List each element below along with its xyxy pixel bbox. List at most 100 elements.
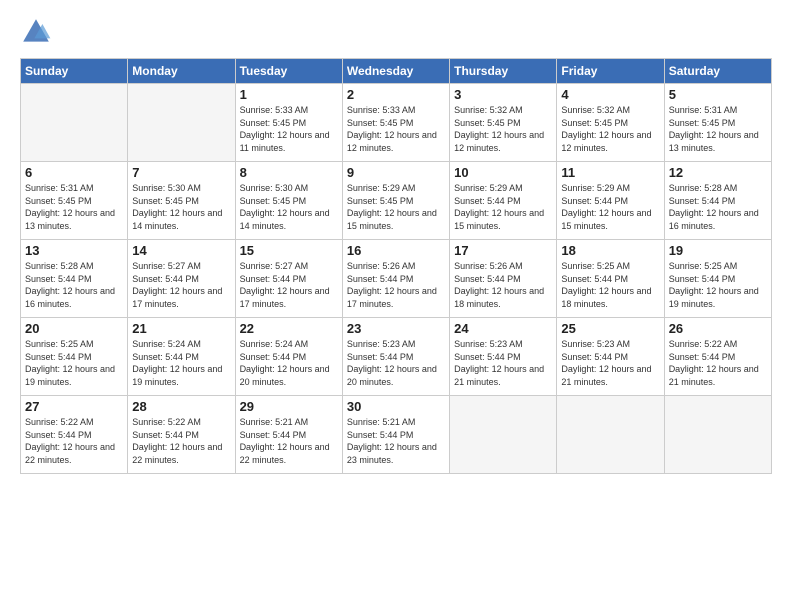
day-info: Sunrise: 5:28 AM Sunset: 5:44 PM Dayligh… xyxy=(669,182,767,232)
day-number: 11 xyxy=(561,165,659,180)
day-number: 28 xyxy=(132,399,230,414)
calendar-cell: 2Sunrise: 5:33 AM Sunset: 5:45 PM Daylig… xyxy=(342,84,449,162)
day-info: Sunrise: 5:25 AM Sunset: 5:44 PM Dayligh… xyxy=(25,338,123,388)
day-info: Sunrise: 5:31 AM Sunset: 5:45 PM Dayligh… xyxy=(25,182,123,232)
calendar-cell: 26 Sunrise: 5:22 AM Sunset: 5:44 PM Dayli… xyxy=(664,318,771,396)
day-number: 30 xyxy=(347,399,445,414)
calendar-cell: 22 Sunrise: 5:24 AM Sunset: 5:44 PM Dayli… xyxy=(235,318,342,396)
day-number: 23 xyxy=(347,321,445,336)
calendar-cell xyxy=(664,396,771,474)
calendar-cell: 12 Sunrise: 5:28 AM Sunset: 5:44 PM Dayli… xyxy=(664,162,771,240)
weekday-header-tuesday: Tuesday xyxy=(235,59,342,84)
weekday-header-friday: Friday xyxy=(557,59,664,84)
calendar-cell: 9 Sunrise: 5:29 AM Sunset: 5:45 PM Daylig… xyxy=(342,162,449,240)
calendar-cell xyxy=(557,396,664,474)
calendar-cell: 5 Sunrise: 5:31 AM Sunset: 5:45 PM Daylig… xyxy=(664,84,771,162)
calendar-cell: 16 Sunrise: 5:26 AM Sunset: 5:44 PM Dayli… xyxy=(342,240,449,318)
calendar-cell: 19 Sunrise: 5:25 AM Sunset: 5:44 PM Dayli… xyxy=(664,240,771,318)
logo xyxy=(20,16,54,48)
calendar-cell: 8 Sunrise: 5:30 AM Sunset: 5:45 PM Daylig… xyxy=(235,162,342,240)
day-number: 14 xyxy=(132,243,230,258)
day-number: 19 xyxy=(669,243,767,258)
calendar-week-2: 13Sunrise: 5:28 AM Sunset: 5:44 PM Dayli… xyxy=(21,240,772,318)
calendar-cell xyxy=(450,396,557,474)
calendar-cell: 28 Sunrise: 5:22 AM Sunset: 5:44 PM Dayli… xyxy=(128,396,235,474)
day-info: Sunrise: 5:22 AM Sunset: 5:44 PM Dayligh… xyxy=(25,416,123,466)
calendar-cell: 10 Sunrise: 5:29 AM Sunset: 5:44 PM Dayli… xyxy=(450,162,557,240)
weekday-header-monday: Monday xyxy=(128,59,235,84)
day-number: 9 xyxy=(347,165,445,180)
day-info: Sunrise: 5:23 AM Sunset: 5:44 PM Dayligh… xyxy=(347,338,445,388)
weekday-header-wednesday: Wednesday xyxy=(342,59,449,84)
day-number: 20 xyxy=(25,321,123,336)
day-info: Sunrise: 5:30 AM Sunset: 5:45 PM Dayligh… xyxy=(132,182,230,232)
header xyxy=(20,16,772,48)
day-number: 21 xyxy=(132,321,230,336)
calendar-week-1: 6 Sunrise: 5:31 AM Sunset: 5:45 PM Daylig… xyxy=(21,162,772,240)
calendar-cell: 23 Sunrise: 5:23 AM Sunset: 5:44 PM Dayli… xyxy=(342,318,449,396)
day-number: 1 xyxy=(240,87,338,102)
calendar-cell: 3 Sunrise: 5:32 AM Sunset: 5:45 PM Daylig… xyxy=(450,84,557,162)
day-info: Sunrise: 5:26 AM Sunset: 5:44 PM Dayligh… xyxy=(347,260,445,310)
day-number: 3 xyxy=(454,87,552,102)
weekday-header-thursday: Thursday xyxy=(450,59,557,84)
day-number: 13 xyxy=(25,243,123,258)
day-info: Sunrise: 5:30 AM Sunset: 5:45 PM Dayligh… xyxy=(240,182,338,232)
calendar-cell: 1 Sunrise: 5:33 AM Sunset: 5:45 PM Daylig… xyxy=(235,84,342,162)
day-info: Sunrise: 5:22 AM Sunset: 5:44 PM Dayligh… xyxy=(669,338,767,388)
day-number: 25 xyxy=(561,321,659,336)
day-info: Sunrise: 5:27 AM Sunset: 5:44 PM Dayligh… xyxy=(132,260,230,310)
calendar-cell xyxy=(21,84,128,162)
calendar-cell: 21 Sunrise: 5:24 AM Sunset: 5:44 PM Dayli… xyxy=(128,318,235,396)
day-number: 12 xyxy=(669,165,767,180)
day-number: 18 xyxy=(561,243,659,258)
calendar-cell: 4Sunrise: 5:32 AM Sunset: 5:45 PM Daylig… xyxy=(557,84,664,162)
day-info: Sunrise: 5:25 AM Sunset: 5:44 PM Dayligh… xyxy=(561,260,659,310)
calendar-cell: 13Sunrise: 5:28 AM Sunset: 5:44 PM Dayli… xyxy=(21,240,128,318)
day-number: 29 xyxy=(240,399,338,414)
day-number: 26 xyxy=(669,321,767,336)
day-info: Sunrise: 5:27 AM Sunset: 5:44 PM Dayligh… xyxy=(240,260,338,310)
day-info: Sunrise: 5:33 AM Sunset: 5:45 PM Dayligh… xyxy=(240,104,338,154)
calendar-cell: 29 Sunrise: 5:21 AM Sunset: 5:44 PM Dayli… xyxy=(235,396,342,474)
day-number: 22 xyxy=(240,321,338,336)
calendar-table: SundayMondayTuesdayWednesdayThursdayFrid… xyxy=(20,58,772,474)
day-number: 17 xyxy=(454,243,552,258)
day-info: Sunrise: 5:24 AM Sunset: 5:44 PM Dayligh… xyxy=(132,338,230,388)
day-info: Sunrise: 5:33 AM Sunset: 5:45 PM Dayligh… xyxy=(347,104,445,154)
calendar-cell: 24Sunrise: 5:23 AM Sunset: 5:44 PM Dayli… xyxy=(450,318,557,396)
weekday-header-saturday: Saturday xyxy=(664,59,771,84)
day-number: 6 xyxy=(25,165,123,180)
calendar-week-0: 1 Sunrise: 5:33 AM Sunset: 5:45 PM Daylig… xyxy=(21,84,772,162)
day-number: 27 xyxy=(25,399,123,414)
calendar-cell: 11Sunrise: 5:29 AM Sunset: 5:44 PM Dayli… xyxy=(557,162,664,240)
day-number: 5 xyxy=(669,87,767,102)
day-info: Sunrise: 5:32 AM Sunset: 5:45 PM Dayligh… xyxy=(454,104,552,154)
day-info: Sunrise: 5:23 AM Sunset: 5:44 PM Dayligh… xyxy=(454,338,552,388)
calendar-cell xyxy=(128,84,235,162)
day-info: Sunrise: 5:31 AM Sunset: 5:45 PM Dayligh… xyxy=(669,104,767,154)
day-info: Sunrise: 5:21 AM Sunset: 5:44 PM Dayligh… xyxy=(240,416,338,466)
page: SundayMondayTuesdayWednesdayThursdayFrid… xyxy=(0,0,792,612)
calendar-cell: 18 Sunrise: 5:25 AM Sunset: 5:44 PM Dayli… xyxy=(557,240,664,318)
day-info: Sunrise: 5:24 AM Sunset: 5:44 PM Dayligh… xyxy=(240,338,338,388)
day-info: Sunrise: 5:29 AM Sunset: 5:44 PM Dayligh… xyxy=(454,182,552,232)
day-info: Sunrise: 5:26 AM Sunset: 5:44 PM Dayligh… xyxy=(454,260,552,310)
day-info: Sunrise: 5:21 AM Sunset: 5:44 PM Dayligh… xyxy=(347,416,445,466)
day-info: Sunrise: 5:29 AM Sunset: 5:45 PM Dayligh… xyxy=(347,182,445,232)
day-number: 10 xyxy=(454,165,552,180)
weekday-header-sunday: Sunday xyxy=(21,59,128,84)
calendar-cell: 7 Sunrise: 5:30 AM Sunset: 5:45 PM Daylig… xyxy=(128,162,235,240)
day-info: Sunrise: 5:22 AM Sunset: 5:44 PM Dayligh… xyxy=(132,416,230,466)
calendar-week-3: 20 Sunrise: 5:25 AM Sunset: 5:44 PM Dayli… xyxy=(21,318,772,396)
calendar-cell: 6 Sunrise: 5:31 AM Sunset: 5:45 PM Daylig… xyxy=(21,162,128,240)
day-number: 7 xyxy=(132,165,230,180)
calendar-cell: 17 Sunrise: 5:26 AM Sunset: 5:44 PM Dayli… xyxy=(450,240,557,318)
calendar-week-4: 27 Sunrise: 5:22 AM Sunset: 5:44 PM Dayli… xyxy=(21,396,772,474)
day-info: Sunrise: 5:25 AM Sunset: 5:44 PM Dayligh… xyxy=(669,260,767,310)
day-info: Sunrise: 5:23 AM Sunset: 5:44 PM Dayligh… xyxy=(561,338,659,388)
day-number: 16 xyxy=(347,243,445,258)
day-number: 15 xyxy=(240,243,338,258)
day-number: 8 xyxy=(240,165,338,180)
calendar-cell: 15 Sunrise: 5:27 AM Sunset: 5:44 PM Dayli… xyxy=(235,240,342,318)
